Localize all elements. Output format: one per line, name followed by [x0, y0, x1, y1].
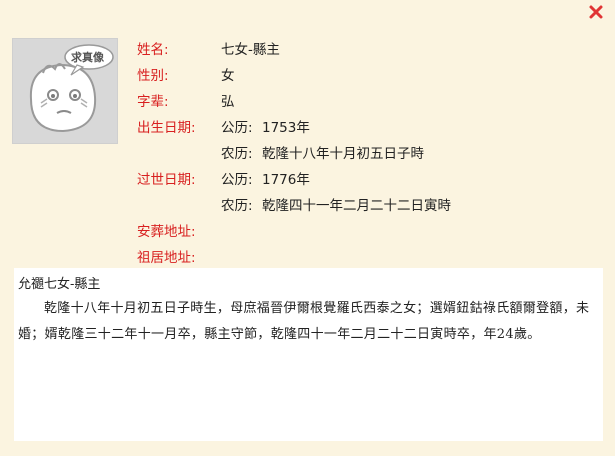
biography-panel: 允禵七女-縣主 乾隆十八年十月初五日子時生，母庶福晉伊爾根覺羅氏西泰之女；選婿鈕… — [14, 268, 603, 441]
birth-lunar-label: 农历: — [221, 146, 253, 162]
birth-date-label: 出生日期: — [137, 120, 196, 136]
name-label: 姓名: — [137, 42, 169, 58]
burial-label: 安葬地址: — [137, 224, 196, 240]
name-value: 七女-縣主 — [221, 42, 280, 58]
close-icon[interactable] — [587, 3, 605, 21]
death-gregorian-value: 1776年 — [262, 172, 310, 188]
biography-title: 允禵七女-縣主 — [18, 277, 101, 292]
death-lunar-label: 农历: — [221, 198, 253, 214]
biography-text: 乾隆十八年十月初五日子時生，母庶福晉伊爾根覺羅氏西泰之女；選婿鈕鈷祿氏額爾登額，… — [18, 301, 590, 342]
death-lunar-value: 乾隆四十一年二月二十二日寅時 — [262, 198, 451, 214]
gender-label: 性别: — [137, 68, 169, 84]
death-date-label: 过世日期: — [137, 172, 196, 188]
avatar: 求真像 — [12, 38, 118, 144]
avatar-badge: 求真像 — [71, 51, 104, 64]
birth-gregorian-value: 1753年 — [262, 120, 310, 136]
gender-value: 女 — [221, 68, 235, 84]
death-gregorian-label: 公历: — [221, 172, 253, 188]
generation-label: 字辈: — [137, 94, 169, 110]
generation-value: 弘 — [221, 94, 235, 110]
birth-lunar-value: 乾隆十八年十月初五日子時 — [262, 146, 424, 162]
birth-gregorian-label: 公历: — [221, 120, 253, 136]
